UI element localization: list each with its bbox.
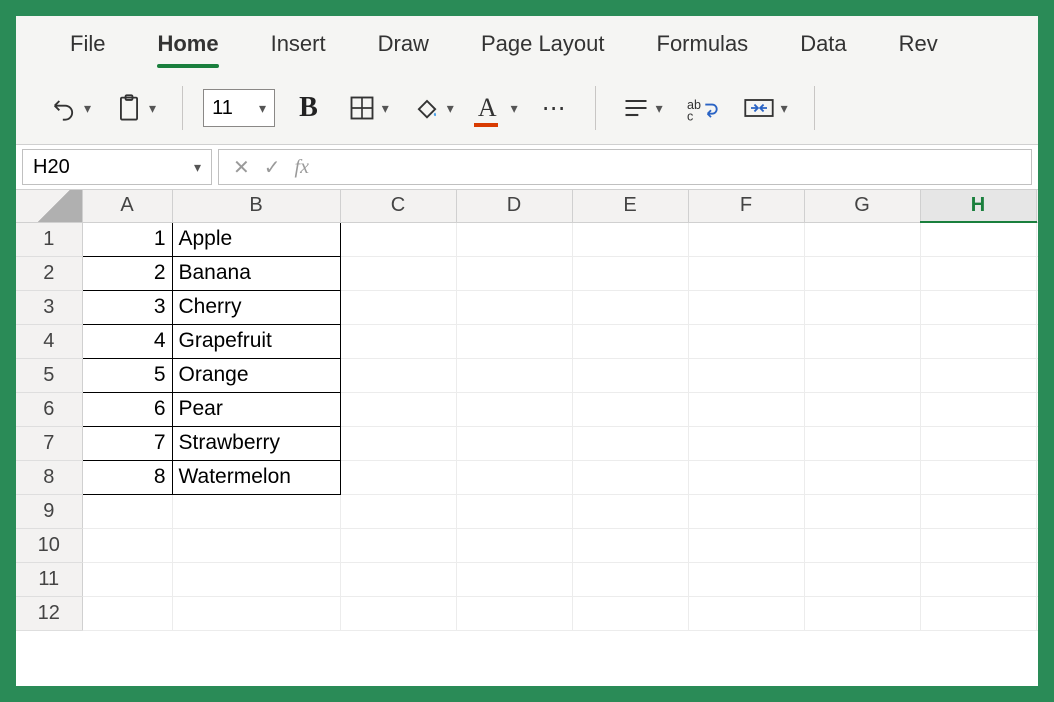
row-header-9[interactable]: 9	[16, 494, 82, 528]
svg-text:c: c	[687, 110, 693, 121]
ribbon-tabs: File Home Insert Draw Page Layout Formul…	[16, 16, 1038, 72]
align-icon	[622, 96, 650, 120]
fx-icon[interactable]: fx	[295, 156, 309, 179]
formula-input[interactable]	[323, 149, 1032, 185]
tab-data[interactable]: Data	[774, 16, 872, 72]
cell-e1[interactable]	[572, 222, 688, 256]
undo-icon	[50, 94, 78, 122]
formula-bar: H20 ▾ ✕ ✓ fx	[16, 144, 1038, 190]
clipboard-icon	[115, 93, 143, 123]
tab-page-layout[interactable]: Page Layout	[455, 16, 631, 72]
chevron-down-icon: ▾	[447, 100, 454, 117]
cell-a6[interactable]: 6	[82, 392, 172, 426]
wrap-text-icon: abc	[687, 95, 719, 121]
tab-insert[interactable]: Insert	[245, 16, 352, 72]
cell-a8[interactable]: 8	[82, 460, 172, 494]
row-header-6[interactable]: 6	[16, 392, 82, 426]
column-header-d[interactable]: D	[456, 190, 572, 222]
more-icon: ⋯	[542, 94, 569, 123]
cell-a4[interactable]: 4	[82, 324, 172, 358]
cell-b3[interactable]: Cherry	[172, 290, 340, 324]
cell-b8[interactable]: Watermelon	[172, 460, 340, 494]
column-header-b[interactable]: B	[172, 190, 340, 222]
row-header-8[interactable]: 8	[16, 460, 82, 494]
chevron-down-icon: ▾	[382, 100, 389, 117]
merge-icon	[743, 95, 775, 121]
column-header-blank[interactable]	[1036, 190, 1038, 222]
chevron-down-icon: ▾	[511, 100, 518, 117]
row-header-5[interactable]: 5	[16, 358, 82, 392]
row-header-12[interactable]: 12	[16, 596, 82, 630]
font-color-swatch	[474, 123, 498, 127]
chevron-down-icon: ▾	[84, 100, 91, 117]
cell-h1[interactable]	[920, 222, 1036, 256]
toolbar: ▾ ▾ 11 ▾ B ▾ ▾	[16, 72, 1038, 144]
row-header-4[interactable]: 4	[16, 324, 82, 358]
row-header-3[interactable]: 3	[16, 290, 82, 324]
align-button[interactable]: ▾	[616, 90, 669, 126]
column-header-e[interactable]: E	[572, 190, 688, 222]
spreadsheet-grid[interactable]: A B C D E F G H 1 1 Apple	[16, 190, 1038, 631]
font-color-button[interactable]: A ▾	[472, 87, 524, 129]
select-all-corner[interactable]	[16, 190, 82, 222]
name-box[interactable]: H20 ▾	[22, 149, 212, 185]
cell-b1[interactable]: Apple	[172, 222, 340, 256]
font-size-value: 11	[212, 97, 233, 120]
cell-b7[interactable]: Strawberry	[172, 426, 340, 460]
formula-confirm-button[interactable]: ✓	[264, 155, 281, 180]
cell-a2[interactable]: 2	[82, 256, 172, 290]
cell-b4[interactable]: Grapefruit	[172, 324, 340, 358]
toolbar-separator	[182, 86, 183, 130]
chevron-down-icon: ▾	[194, 159, 201, 176]
fill-color-button[interactable]: ▾	[407, 88, 460, 128]
column-header-a[interactable]: A	[82, 190, 172, 222]
row-header-10[interactable]: 10	[16, 528, 82, 562]
row-header-7[interactable]: 7	[16, 426, 82, 460]
cell-a7[interactable]: 7	[82, 426, 172, 460]
cell-i1[interactable]	[1036, 222, 1038, 256]
row-header-1[interactable]: 1	[16, 222, 82, 256]
cell-b2[interactable]: Banana	[172, 256, 340, 290]
column-header-h[interactable]: H	[920, 190, 1036, 222]
chevron-down-icon: ▾	[656, 100, 663, 117]
formula-cancel-button[interactable]: ✕	[233, 155, 250, 180]
column-header-c[interactable]: C	[340, 190, 456, 222]
row-header-11[interactable]: 11	[16, 562, 82, 596]
cell-a1[interactable]: 1	[82, 222, 172, 256]
tab-file[interactable]: File	[44, 16, 131, 72]
bold-button[interactable]: B	[291, 92, 326, 124]
font-color-icon: A	[478, 93, 497, 123]
cell-f1[interactable]	[688, 222, 804, 256]
tab-home[interactable]: Home	[131, 16, 244, 72]
column-header-g[interactable]: G	[804, 190, 920, 222]
toolbar-separator	[814, 86, 815, 130]
borders-button[interactable]: ▾	[342, 88, 395, 128]
chevron-down-icon: ▾	[149, 100, 156, 117]
border-icon	[348, 94, 376, 122]
wrap-text-button[interactable]: abc	[681, 89, 725, 127]
cell-g1[interactable]	[804, 222, 920, 256]
tab-review[interactable]: Rev	[873, 16, 964, 72]
cell-b6[interactable]: Pear	[172, 392, 340, 426]
name-box-value: H20	[33, 156, 70, 179]
undo-button[interactable]: ▾	[44, 88, 97, 128]
tab-draw[interactable]: Draw	[352, 16, 455, 72]
chevron-down-icon: ▾	[259, 100, 266, 117]
font-size-select[interactable]: 11 ▾	[203, 89, 275, 127]
paste-button[interactable]: ▾	[109, 87, 162, 129]
cell-b5[interactable]: Orange	[172, 358, 340, 392]
chevron-down-icon: ▾	[781, 100, 788, 117]
column-header-f[interactable]: F	[688, 190, 804, 222]
cell-d1[interactable]	[456, 222, 572, 256]
cell-a5[interactable]: 5	[82, 358, 172, 392]
cell-c1[interactable]	[340, 222, 456, 256]
paint-bucket-icon	[413, 94, 441, 122]
cell-a3[interactable]: 3	[82, 290, 172, 324]
merge-button[interactable]: ▾	[737, 89, 794, 127]
tab-formulas[interactable]: Formulas	[631, 16, 775, 72]
toolbar-separator	[595, 86, 596, 130]
more-formatting-button[interactable]: ⋯	[536, 88, 575, 129]
row-header-2[interactable]: 2	[16, 256, 82, 290]
